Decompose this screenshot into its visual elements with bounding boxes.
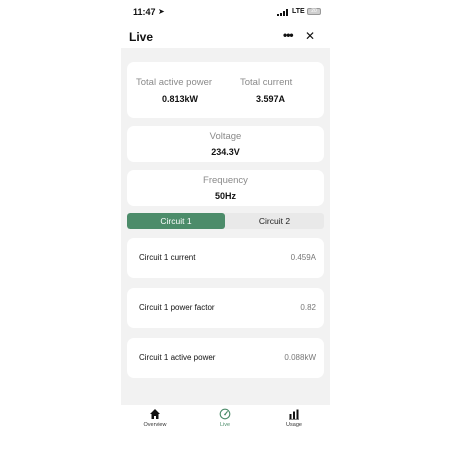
frequency-label: Frequency (203, 175, 248, 186)
circuit-active-power-value: 0.088kW (284, 353, 316, 362)
nav-overview[interactable]: Overview (125, 408, 185, 428)
close-icon[interactable]: ✕ (305, 29, 315, 43)
frequency-card: Frequency 50Hz (127, 170, 324, 206)
total-current-label: Total current (240, 77, 293, 88)
nav-live[interactable]: Live (195, 408, 255, 428)
voltage-label: Voltage (209, 131, 242, 142)
nav-usage-label: Usage (286, 422, 302, 428)
circuit-power-factor-label: Circuit 1 power factor (139, 303, 215, 312)
circuit-current-label: Circuit 1 current (139, 253, 196, 262)
bar-chart-icon (289, 409, 299, 420)
tab-circuit-2[interactable]: Circuit 2 (225, 213, 324, 229)
nav-overview-label: Overview (143, 422, 167, 428)
circuit-current-value: 0.459A (290, 253, 316, 262)
nav-live-label: Live (219, 422, 231, 428)
status-bar: 11:47 ➤ LTE 20 (121, 0, 330, 26)
circuit-active-power-row: Circuit 1 active power 0.088kW (127, 338, 324, 378)
live-content: Total active power 0.813kW Total current… (121, 48, 330, 405)
bottom-nav: Overview Live Usage (121, 405, 330, 450)
circuit-active-power-label: Circuit 1 active power (139, 353, 216, 362)
total-active-power-label: Total active power (136, 77, 213, 88)
nav-usage[interactable]: Usage (264, 408, 324, 428)
voltage-card: Voltage 234.3V (127, 126, 324, 162)
total-current-value: 3.597A (256, 94, 286, 104)
battery-icon: 20 (307, 8, 321, 15)
circuit-power-factor-value: 0.82 (300, 303, 316, 312)
location-arrow-icon: ➤ (158, 7, 165, 16)
circuit-current-row: Circuit 1 current 0.459A (127, 238, 324, 278)
header: Live ••• ✕ (121, 26, 330, 48)
status-time: 11:47 (133, 7, 156, 17)
power-summary-card: Total active power 0.813kW Total current… (127, 62, 324, 118)
home-icon (150, 409, 160, 419)
page-title: Live (129, 30, 154, 44)
gauge-icon (219, 408, 231, 420)
frequency-value: 50Hz (214, 191, 236, 201)
tab-circuit-1[interactable]: Circuit 1 (127, 213, 225, 229)
voltage-value: 234.3V (211, 147, 240, 157)
total-active-power-value: 0.813kW (162, 94, 199, 104)
more-horizontal-icon[interactable]: ••• (283, 28, 294, 42)
circuit-power-factor-row: Circuit 1 power factor 0.82 (127, 288, 324, 328)
network-type: LTE (292, 8, 305, 15)
circuit-tabs: Circuit 1 Circuit 2 (127, 213, 324, 229)
signal-icon (277, 9, 290, 16)
phone-screen: 11:47 ➤ LTE 20 Live ••• ✕ Total active p… (121, 0, 330, 450)
